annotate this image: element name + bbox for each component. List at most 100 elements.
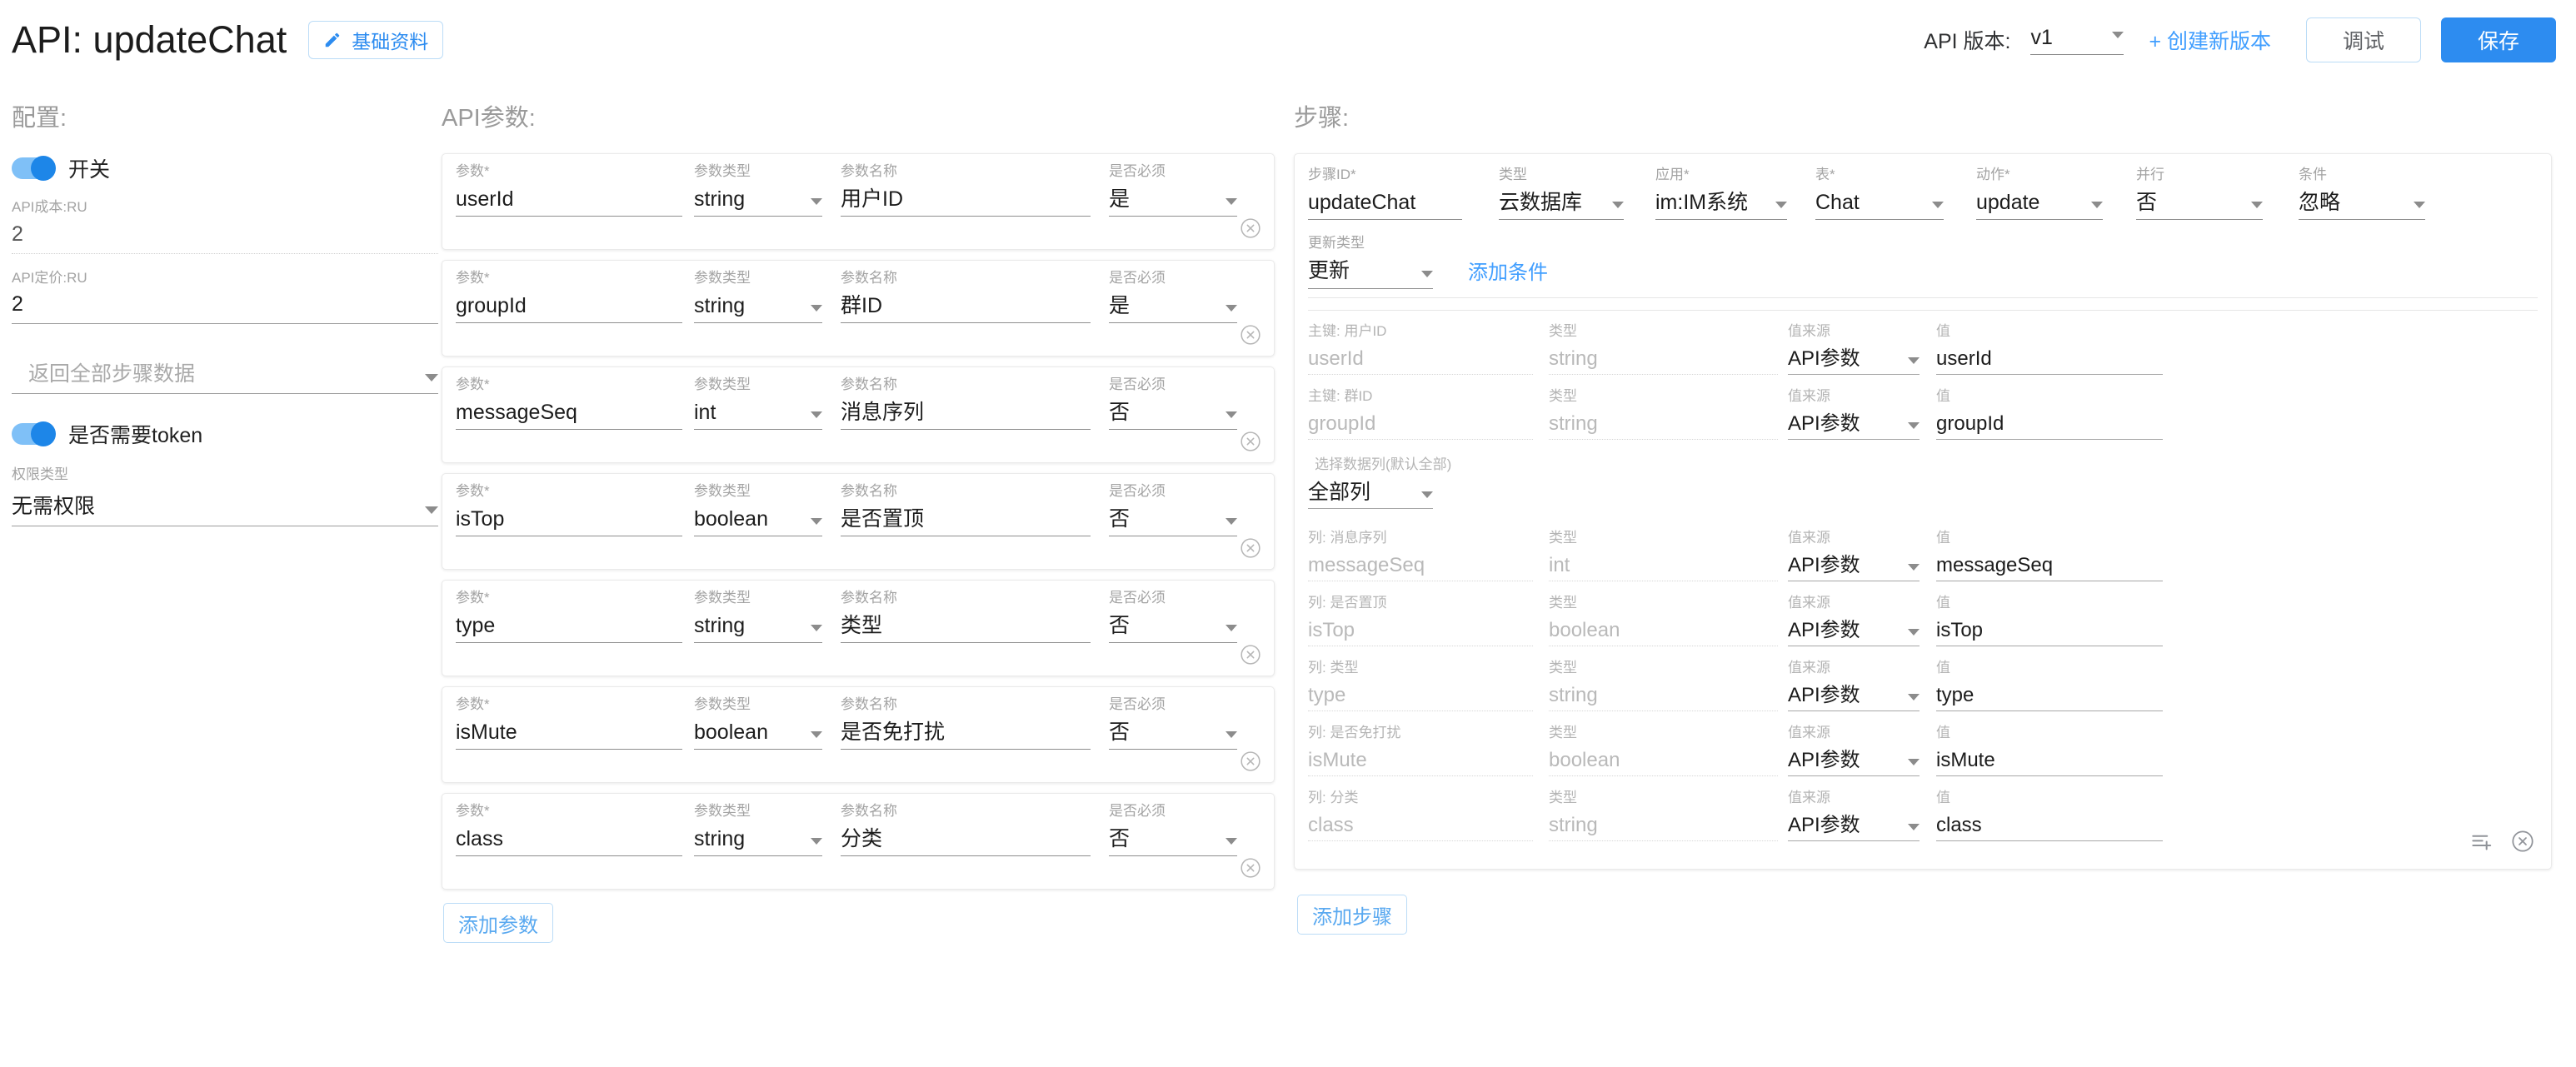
mapping-source-select[interactable]: API参数 bbox=[1788, 619, 1920, 647]
param-type-select[interactable]: string bbox=[694, 827, 822, 857]
chevron-down-icon bbox=[1226, 198, 1237, 206]
mapping-value-value[interactable]: isMute bbox=[1936, 749, 1995, 772]
step-id-value[interactable]: updateChat bbox=[1308, 191, 1415, 215]
param-display-name-field: 参数名称 用户ID bbox=[841, 163, 1091, 217]
add-list-icon[interactable] bbox=[2470, 830, 2493, 857]
step-type-value: 云数据库 bbox=[1499, 190, 1583, 214]
step-condition-select[interactable]: 忽略 bbox=[2299, 191, 2425, 221]
step-table-select[interactable]: Chat bbox=[1815, 191, 1944, 221]
step-parallel-select[interactable]: 否 bbox=[2136, 191, 2263, 221]
param-required-select[interactable]: 否 bbox=[1109, 507, 1237, 537]
mapping-type-column: 类型 string bbox=[1549, 790, 1778, 842]
mapping-value-value[interactable]: messageSeq bbox=[1936, 554, 2053, 577]
debug-button[interactable]: 调试 bbox=[2306, 17, 2421, 62]
param-required-select[interactable]: 否 bbox=[1109, 720, 1237, 750]
mapping-value-value[interactable]: type bbox=[1936, 684, 1974, 707]
step-action-value: update bbox=[1976, 190, 2040, 214]
column-select-dropdown[interactable]: 全部列 bbox=[1308, 481, 1433, 510]
param-required-select[interactable]: 否 bbox=[1109, 614, 1237, 644]
param-required-select[interactable]: 否 bbox=[1109, 401, 1237, 431]
basic-info-button[interactable]: 基础资料 bbox=[308, 21, 444, 59]
mapping-source-select[interactable]: API参数 bbox=[1788, 554, 1920, 582]
add-step-button[interactable]: 添加步骤 bbox=[1297, 895, 1407, 935]
remove-param-icon[interactable] bbox=[1240, 537, 1261, 559]
step-action-select[interactable]: update bbox=[1976, 191, 2103, 221]
param-display-name-value[interactable]: 是否免打扰 bbox=[841, 720, 945, 745]
mapping-source-select[interactable]: API参数 bbox=[1788, 749, 1920, 777]
mapping-source-select[interactable]: API参数 bbox=[1788, 412, 1920, 441]
param-name-value[interactable]: messageSeq bbox=[456, 401, 577, 425]
remove-param-icon[interactable] bbox=[1240, 857, 1261, 879]
remove-step-icon[interactable] bbox=[2511, 830, 2534, 857]
mapping-value-value[interactable]: userId bbox=[1936, 347, 1992, 371]
param-type-select[interactable]: boolean bbox=[694, 507, 822, 537]
param-display-name-value[interactable]: 类型 bbox=[841, 614, 882, 638]
step-app-value: im:IM系统 bbox=[1655, 190, 1749, 214]
param-name-value[interactable]: groupId bbox=[456, 294, 527, 318]
api-price-value[interactable]: 2 bbox=[12, 292, 438, 325]
mapping-source-column: 值来源 API参数 bbox=[1788, 790, 1920, 842]
chevron-down-icon bbox=[2251, 202, 2263, 209]
step-app-label: 应用* bbox=[1655, 167, 1690, 182]
remove-param-icon[interactable] bbox=[1240, 750, 1261, 772]
add-condition-link[interactable]: 添加条件 bbox=[1468, 256, 1548, 285]
param-display-name-value[interactable]: 是否置顶 bbox=[841, 507, 924, 531]
param-type-select[interactable]: string bbox=[694, 187, 822, 217]
param-name-value[interactable]: userId bbox=[456, 187, 513, 212]
mapping-source-select[interactable]: API参数 bbox=[1788, 347, 1920, 376]
chevron-down-icon bbox=[811, 838, 822, 845]
enable-switch-label: 开关 bbox=[68, 158, 111, 182]
param-display-name-value[interactable]: 群ID bbox=[841, 294, 882, 318]
param-name-value[interactable]: isMute bbox=[456, 720, 517, 745]
param-name-value[interactable]: class bbox=[456, 827, 503, 851]
mapping-value-column: 值 groupId bbox=[1936, 388, 2163, 441]
save-button[interactable]: 保存 bbox=[2441, 17, 2556, 62]
param-type-select[interactable]: boolean bbox=[694, 720, 822, 750]
step-type-select[interactable]: 云数据库 bbox=[1499, 191, 1624, 221]
api-version-select[interactable]: v1 bbox=[2030, 26, 2124, 55]
param-name-field: 参数* userId bbox=[456, 163, 682, 217]
param-display-name-value[interactable]: 用户ID bbox=[841, 187, 903, 212]
mapping-value-value[interactable]: groupId bbox=[1936, 412, 2004, 436]
config-panel: 配置: 开关 API成本:RU 2 API定价:RU 2 返回全部步骤数据 是否… bbox=[12, 98, 438, 527]
remove-param-icon[interactable] bbox=[1240, 324, 1261, 346]
chevron-down-icon bbox=[1908, 564, 1920, 571]
param-display-name-value[interactable]: 分类 bbox=[841, 827, 882, 851]
param-type-select[interactable]: int bbox=[694, 401, 822, 431]
mapping-source-value: API参数 bbox=[1788, 553, 1860, 576]
mapping-source-select[interactable]: API参数 bbox=[1788, 684, 1920, 712]
mapping-value-value[interactable]: class bbox=[1936, 814, 1982, 837]
permission-type-select[interactable]: 无需权限 bbox=[12, 490, 438, 527]
return-data-select[interactable]: 返回全部步骤数据 bbox=[12, 357, 438, 395]
param-name-value[interactable]: type bbox=[456, 614, 495, 638]
token-switch[interactable] bbox=[12, 421, 56, 447]
mapping-column-label: 列: 是否置顶 bbox=[1308, 595, 1387, 611]
param-type-select[interactable]: string bbox=[694, 614, 822, 644]
param-name-value[interactable]: isTop bbox=[456, 507, 504, 531]
param-required-select[interactable]: 否 bbox=[1109, 827, 1237, 857]
enable-switch[interactable] bbox=[12, 156, 56, 181]
create-new-version-link[interactable]: + 创建新版本 bbox=[2149, 25, 2271, 55]
api-cost-value[interactable]: 2 bbox=[12, 222, 438, 254]
steps-panel: 步骤: 步骤ID* updateChat 类型 云数据库 应用* im:IM系统… bbox=[1294, 98, 2560, 935]
remove-param-icon[interactable] bbox=[1240, 217, 1261, 239]
mapping-source-select[interactable]: API参数 bbox=[1788, 814, 1920, 842]
remove-param-icon[interactable] bbox=[1240, 431, 1261, 452]
update-type-select[interactable]: 更新 bbox=[1308, 259, 1433, 289]
param-type-value: boolean bbox=[694, 720, 768, 744]
step-table-value: Chat bbox=[1815, 190, 1860, 214]
mapping-value-value[interactable]: isTop bbox=[1936, 619, 1983, 642]
remove-param-icon[interactable] bbox=[1240, 644, 1261, 666]
param-display-name-value[interactable]: 消息序列 bbox=[841, 401, 924, 425]
add-parameter-button[interactable]: 添加参数 bbox=[443, 903, 553, 943]
param-required-field: 是否必须否 bbox=[1109, 483, 1237, 537]
param-required-select[interactable]: 是 bbox=[1109, 187, 1237, 217]
column-select-label: 选择数据列(默认全部) bbox=[1315, 456, 1452, 472]
mapping-source-value: API参数 bbox=[1788, 813, 1860, 836]
param-type-field: 参数类型 boolean bbox=[694, 483, 822, 537]
api-version-label: API 版本: bbox=[1924, 30, 2011, 53]
param-required-select[interactable]: 是 bbox=[1109, 294, 1237, 324]
step-app-select[interactable]: im:IM系统 bbox=[1655, 191, 1787, 221]
param-display-name-label: 参数名称 bbox=[841, 270, 897, 286]
param-type-select[interactable]: string bbox=[694, 294, 822, 324]
